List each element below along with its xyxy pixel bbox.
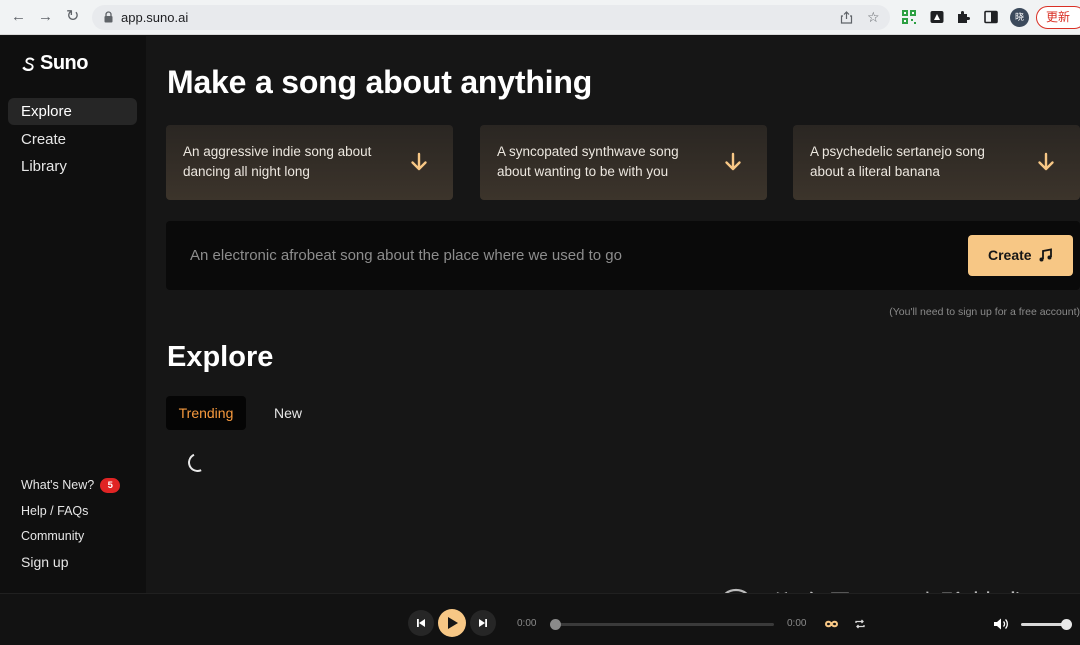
share-icon[interactable] — [840, 11, 853, 24]
back-icon[interactable]: ← — [11, 9, 26, 25]
skip-previous-icon — [417, 619, 425, 627]
puzzle-extensions-icon[interactable] — [956, 9, 972, 25]
side-panel-icon[interactable] — [983, 9, 999, 25]
bookmark-star-icon[interactable]: ☆ — [867, 9, 880, 26]
suno-logo[interactable]: Suno — [21, 52, 89, 75]
profile-avatar[interactable]: 晓 — [1010, 8, 1029, 27]
suggestion-text: A syncopated synthwave song about wantin… — [497, 144, 679, 179]
whats-new-label: What's New? — [21, 478, 95, 492]
help-faqs-link[interactable]: Help / FAQs — [21, 504, 88, 518]
forward-icon[interactable]: → — [38, 9, 53, 25]
play-icon — [448, 617, 458, 629]
page-title: Make a song about anything — [167, 64, 593, 100]
lock-icon — [104, 11, 113, 23]
update-button[interactable]: 更新 — [1036, 6, 1080, 29]
reload-icon[interactable]: ↻ — [66, 9, 79, 25]
arrow-down-icon — [411, 152, 427, 171]
create-button[interactable]: Create — [968, 235, 1073, 276]
volume-icon[interactable] — [993, 617, 1009, 631]
whats-new-link[interactable]: What's New? 5 — [21, 478, 121, 493]
suggestion-card[interactable]: A psychedelic sertanejo song about a lit… — [793, 125, 1080, 200]
explore-heading: Explore — [167, 341, 274, 373]
suggestion-text: An aggressive indie song about dancing a… — [183, 144, 372, 179]
duration-time: 0:00 — [787, 618, 807, 629]
tab-trending[interactable]: Trending — [166, 396, 246, 430]
main-content: Make a song about anything An aggressive… — [146, 36, 1080, 593]
arrow-down-icon — [1038, 152, 1054, 171]
current-time: 0:00 — [517, 618, 537, 629]
skip-next-icon — [479, 619, 487, 627]
progress-track[interactable] — [555, 623, 774, 626]
url-text: app.suno.ai — [121, 10, 189, 25]
arrow-down-icon — [725, 152, 741, 171]
community-link[interactable]: Community — [21, 529, 84, 543]
loading-spinner — [185, 450, 210, 475]
suggestion-card[interactable]: An aggressive indie song about dancing a… — [166, 125, 453, 200]
address-bar[interactable]: app.suno.ai ☆ — [92, 5, 890, 30]
logo-text: Suno — [40, 52, 89, 74]
sidebar-item-library[interactable]: Library — [8, 153, 137, 180]
sign-up-link[interactable]: Sign up — [21, 554, 68, 570]
suno-logo-icon — [22, 57, 35, 71]
qr-extension-icon[interactable] — [901, 9, 917, 25]
sidebar: Suno Explore Create Library What's New? 5… — [0, 36, 146, 593]
extension-icon[interactable] — [929, 9, 945, 25]
suggestion-card[interactable]: A syncopated synthwave song about wantin… — [480, 125, 767, 200]
next-button[interactable] — [470, 610, 496, 636]
music-note-icon — [1039, 248, 1052, 262]
loop-infinity-icon[interactable] — [824, 619, 839, 629]
suggestion-text: A psychedelic sertanejo song about a lit… — [810, 144, 985, 179]
song-prompt-input[interactable]: An electronic afrobeat song about the pl… — [166, 221, 1080, 290]
tab-new[interactable]: New — [274, 396, 302, 430]
prompt-placeholder: An electronic afrobeat song about the pl… — [190, 247, 622, 264]
player-bar: 0:00 0:00 — [0, 593, 1080, 645]
notification-badge: 5 — [100, 478, 121, 493]
sidebar-item-create[interactable]: Create — [8, 126, 137, 153]
sidebar-item-explore[interactable]: Explore — [8, 98, 137, 125]
create-button-label: Create — [988, 247, 1032, 263]
previous-button[interactable] — [408, 610, 434, 636]
repeat-icon[interactable] — [854, 618, 866, 630]
progress-knob[interactable] — [550, 619, 561, 630]
volume-knob[interactable] — [1061, 619, 1072, 630]
browser-toolbar: ← → ↻ app.suno.ai ☆ 晓 更新 — [0, 0, 1080, 35]
play-button[interactable] — [438, 609, 466, 637]
signup-note: (You'll need to sign up for a free accou… — [889, 306, 1080, 318]
